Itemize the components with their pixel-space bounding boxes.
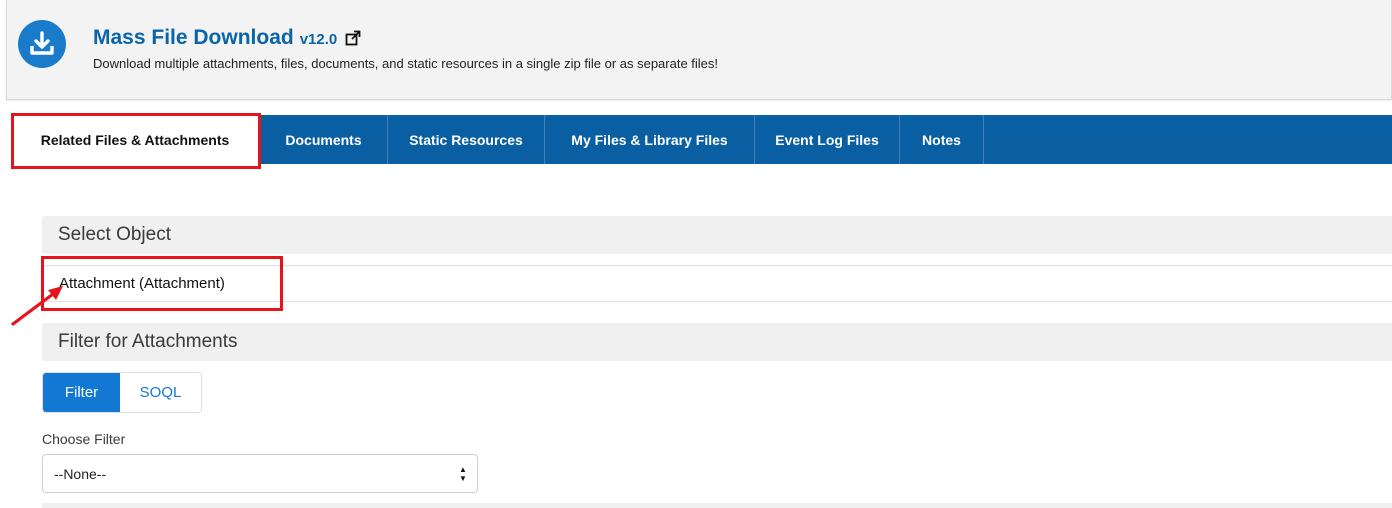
soql-mode-button[interactable]: SOQL [120, 373, 201, 412]
tab-related-files-attachments[interactable]: Related Files & Attachments [10, 115, 260, 164]
tab-event-log-files[interactable]: Event Log Files [755, 115, 900, 164]
filter-mode-button[interactable]: Filter [43, 373, 120, 412]
app-title: Mass File Download [93, 26, 294, 49]
tab-bar: Related Files & Attachments Documents St… [10, 115, 1392, 164]
filter-mode-toggle: Filter SOQL [42, 372, 202, 413]
object-option-attachment[interactable]: Attachment (Attachment) [42, 265, 1392, 302]
choose-filter-select[interactable]: --None-- ▲ ▼ [42, 454, 478, 493]
external-link-icon[interactable] [345, 30, 361, 46]
app-version: v12.0 [299, 31, 338, 48]
select-object-heading: Select Object [42, 216, 1392, 254]
choose-filter-label: Choose Filter [42, 431, 126, 447]
tab-notes[interactable]: Notes [900, 115, 984, 164]
download-icon [18, 20, 66, 68]
filter-heading: Filter for Attachments [42, 323, 1392, 361]
tab-documents[interactable]: Documents [260, 115, 388, 164]
next-section-heading [42, 503, 1392, 508]
tab-my-files-library-files[interactable]: My Files & Library Files [545, 115, 755, 164]
tab-static-resources[interactable]: Static Resources [388, 115, 545, 164]
choose-filter-value: --None-- [54, 465, 107, 482]
select-arrows-icon: ▲ ▼ [459, 465, 467, 483]
app-header: Mass File Download v12.0 Download multip… [6, 0, 1392, 100]
app-subtitle: Download multiple attachments, files, do… [93, 56, 719, 71]
